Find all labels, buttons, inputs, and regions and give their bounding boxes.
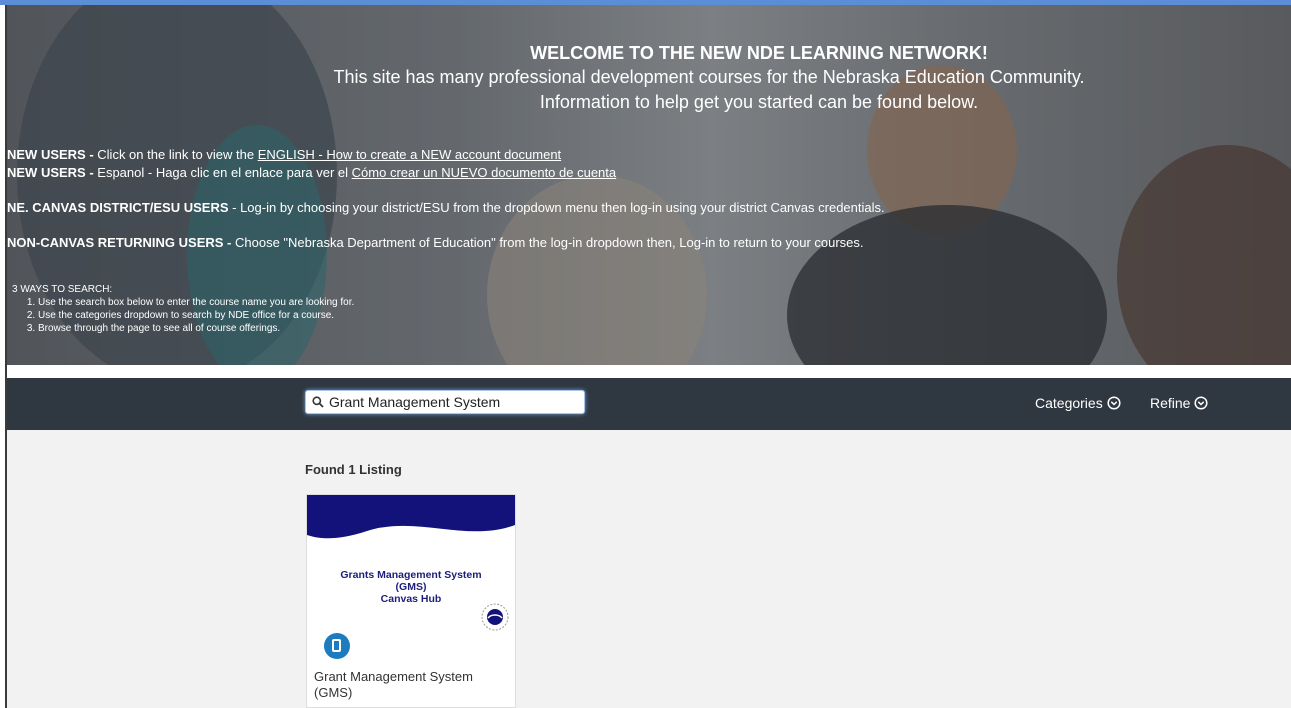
new-users-spanish-line: NEW USERS - Espanol - Haga clic en el en… [7,165,617,180]
english-account-doc-link[interactable]: ENGLISH - How to create a NEW account do… [258,147,561,162]
new-users-english-line: NEW USERS - Click on the link to view th… [7,147,562,162]
search-ways-list: 3 WAYS TO SEARCH: Use the search box bel… [12,283,354,335]
categories-dropdown[interactable]: Categories [1035,395,1121,411]
listing-image: Grants Management System (GMS) Canvas Hu… [307,495,515,635]
chevron-down-circle-icon [1194,396,1209,410]
search-way-item: Use the categories dropdown to search by… [38,309,354,322]
categories-label: Categories [1035,395,1103,411]
listing-image-title: Grants Management System [340,569,482,581]
welcome-title: WELCOME TO THE NEW NDE LEARNING NETWORK! [530,43,988,63]
refine-dropdown[interactable]: Refine [1150,395,1209,411]
chevron-down-circle-icon [1107,396,1121,410]
search-navbar: Categories Refine [7,378,1291,430]
hero-banner: WELCOME TO THE NEW NDE LEARNING NETWORK!… [7,5,1291,365]
course-icon [324,633,350,659]
listing-card[interactable]: Grants Management System (GMS) Canvas Hu… [306,494,516,708]
search-icon [312,396,324,408]
left-edge [0,5,7,708]
search-input[interactable] [329,394,569,410]
hero-separator [7,365,1291,378]
canvas-district-users-line: NE. CANVAS DISTRICT/ESU USERS - Log-in b… [7,200,885,215]
welcome-subtitle: This site has many professional developm… [333,67,1085,87]
spanish-account-doc-link[interactable]: Cómo crear un NUEVO documento de cuenta [352,165,616,180]
search-way-item: Use the search box below to enter the co… [38,296,354,309]
search-ways-title: 3 WAYS TO SEARCH: [12,284,113,295]
nde-seal-icon [481,603,509,631]
non-canvas-returning-users-line: NON-CANVAS RETURNING USERS - Choose "Neb… [7,235,864,250]
results-area: Found 1 Listing Grants Management System… [7,430,1291,708]
listing-title: Grant Management System (GMS) [314,669,473,700]
welcome-info: Information to help get you started can … [539,92,979,112]
listing-image-subtitle: (GMS) [395,581,427,593]
search-way-item: Browse through the page to see all of co… [38,322,354,335]
refine-label: Refine [1150,395,1191,411]
results-count: Found 1 Listing [305,462,402,477]
search-box[interactable] [305,390,585,414]
